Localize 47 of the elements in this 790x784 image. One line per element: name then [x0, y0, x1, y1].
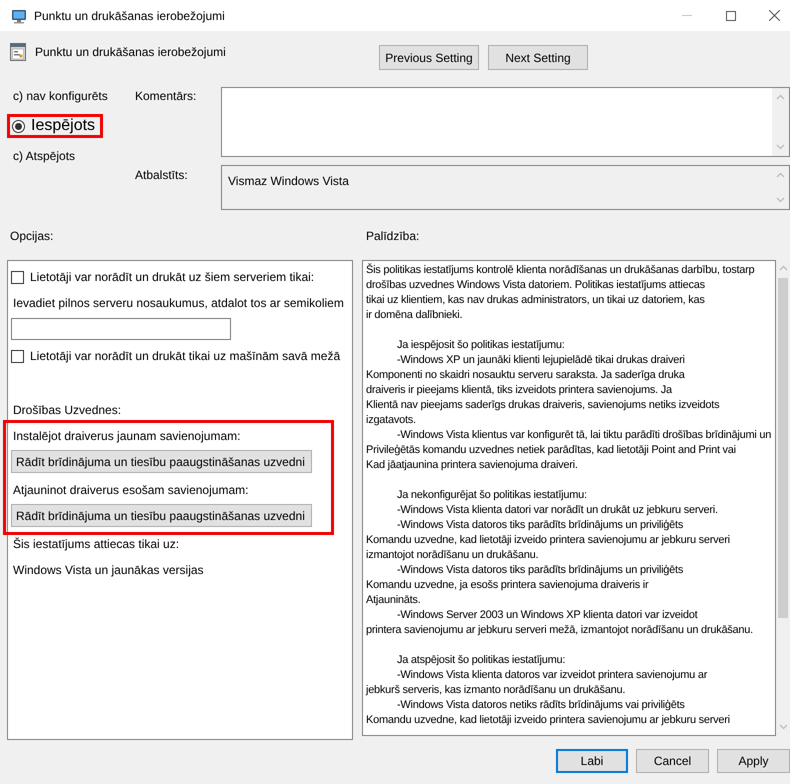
option-text: Šis iestatījums attiecas tikai uz:	[12, 536, 180, 553]
monitor-icon	[11, 8, 27, 24]
checkbox-label[interactable]: Lietotāji var norādīt un drukāt uz šiem serveriem tikai:	[30, 268, 314, 286]
caret-up-icon	[778, 265, 788, 271]
apply-button[interactable]: Apply	[717, 749, 790, 773]
help-paragraph: Ja nekonfigurējat šo politikas iestatījumu: -Windows Vista klienta datori var norādīt un drukāt uz jebkuru serveri. -Windows Vista datoros tiks parādīts brīdinājums un priviliģēts Komandu uzvedne, kad lietotāji izveido printera savienojumu ar jebkuru serveri izmantojot norādīšanu un drukāšanu. -Windows Vista datoros tiks parādīts brīdinājums un priviliģēts Komandu uzvedne, ja esošs printera savienojuma draiveris ir Atjaunināts. -Windows Server 2003 un Windows XP klienta datori var izveidot printera savienojumu ar jebkuru serveri mežā, izmantojot norādīšanu un drukāšanu.	[366, 488, 754, 638]
window-title: Punktu un drukāšanas ierobežojumi	[34, 8, 225, 24]
field-label: Komentārs:	[135, 88, 198, 105]
comment-field[interactable]	[221, 87, 790, 157]
scrollbar-thumb[interactable]	[778, 278, 788, 618]
input-field[interactable]	[11, 318, 231, 340]
option-text: Ievadiet pilnos serveru nosaukumus, atdalot tos ar semikoliem	[12, 295, 345, 312]
section-label: Opcijas:	[10, 229, 54, 243]
option-text: Atjauninot draiverus esošam savienojumam:	[12, 482, 250, 499]
section-title: Drošības Uzvednes:	[12, 402, 122, 419]
help-paragraph: Ja iespējosit šo politikas iestatījumu: -Windows XP un jaunāki klienti lejupielādē tikai drukas draiveri Komponenti no skaidri nosauktu serveru saraksta. Ja saderīga druka draiveris ir pieejams klientā, tiks izveidots printera savienojums. Ja Klientā nav pieejams saderīgs drukas draiveris, savienojums netiks izveidots izgatavots. -Windows Vista klientus var konfigurēt tā, lai tiktu parādīti drošības brīdinājumi un Privileģētās komandu uzvednes netiek parādītas, kad lietotāji Point and Print vai Kad jāatjaunina printera savienojuma draiveri.	[366, 338, 772, 473]
checkbox[interactable]	[11, 270, 24, 284]
cancel-button[interactable]: Cancel	[636, 749, 709, 773]
section-label: Palīdzība:	[366, 229, 420, 243]
caret-down-icon	[778, 724, 788, 730]
caret-up-icon	[776, 172, 785, 178]
option-text: Windows Vista un jaunākas versijas	[12, 562, 205, 579]
maximize-icon	[726, 10, 736, 20]
radio-label[interactable]: c) Atspējots	[13, 147, 76, 165]
close-icon	[769, 10, 780, 21]
help-paragraph: Ja atspējosit šo politikas iestatījumu: -Windows Vista klienta datoros var izveidot printera savienojumu ar jebkurš serveris, kas izmanto norādīšanu un drukāšanu. -Windows Vista datoros netiks rādīts brīdinājums vai priviliģēts Komandu uzvedne, kad lietotāji izveido printera savienojumu ar jebkuru serveri	[366, 653, 731, 728]
radio-label[interactable]: c) nav konfigurēts	[13, 87, 108, 105]
next-button[interactable]: Next Setting	[488, 45, 588, 70]
window-icon	[10, 43, 26, 61]
checkbox-label[interactable]: Lietotāji var norādīt un drukāt tikai uz mašīnām savā mežā	[30, 347, 340, 365]
option-text: Instalējot draiverus jaunam savienojumam:	[12, 428, 242, 445]
radio-button[interactable]	[12, 120, 25, 132]
caret-up-icon	[776, 94, 785, 100]
checkbox[interactable]	[11, 350, 24, 362]
dropdown[interactable]: Rādīt brīdinājuma un tiesību paaugstināšanas uzvedni	[11, 450, 312, 473]
supported-value: Vismaz Windows Vista	[227, 173, 350, 190]
caret-down-icon	[776, 144, 785, 150]
previous-button[interactable]: Previous Setting	[379, 45, 479, 70]
field-label: Atbalstīts:	[135, 167, 189, 184]
caret-down-icon	[776, 197, 785, 203]
dropdown[interactable]: Rādīt brīdinājuma un tiesību paaugstināšanas uzvedni	[11, 504, 312, 527]
radio-label[interactable]: Iespējots	[31, 114, 96, 138]
setting-title: Punktu un drukāšanas ierobežojumi	[35, 44, 226, 61]
scrollbar[interactable]	[772, 88, 789, 156]
help-paragraph: Šis politikas iestatījums kontrolē klienta norādīšanas un drukāšanas darbību, tostarp drošības uzvednes Windows Vista datoriem. Politikas iestatījums attiecas tikai uz klientiem, kas nav drukas administrators, un tikai uz datoriem, kas ir domēna dalībnieki.	[366, 263, 756, 323]
minimize-icon	[682, 15, 692, 16]
ok-button[interactable]: Labi	[556, 749, 628, 773]
